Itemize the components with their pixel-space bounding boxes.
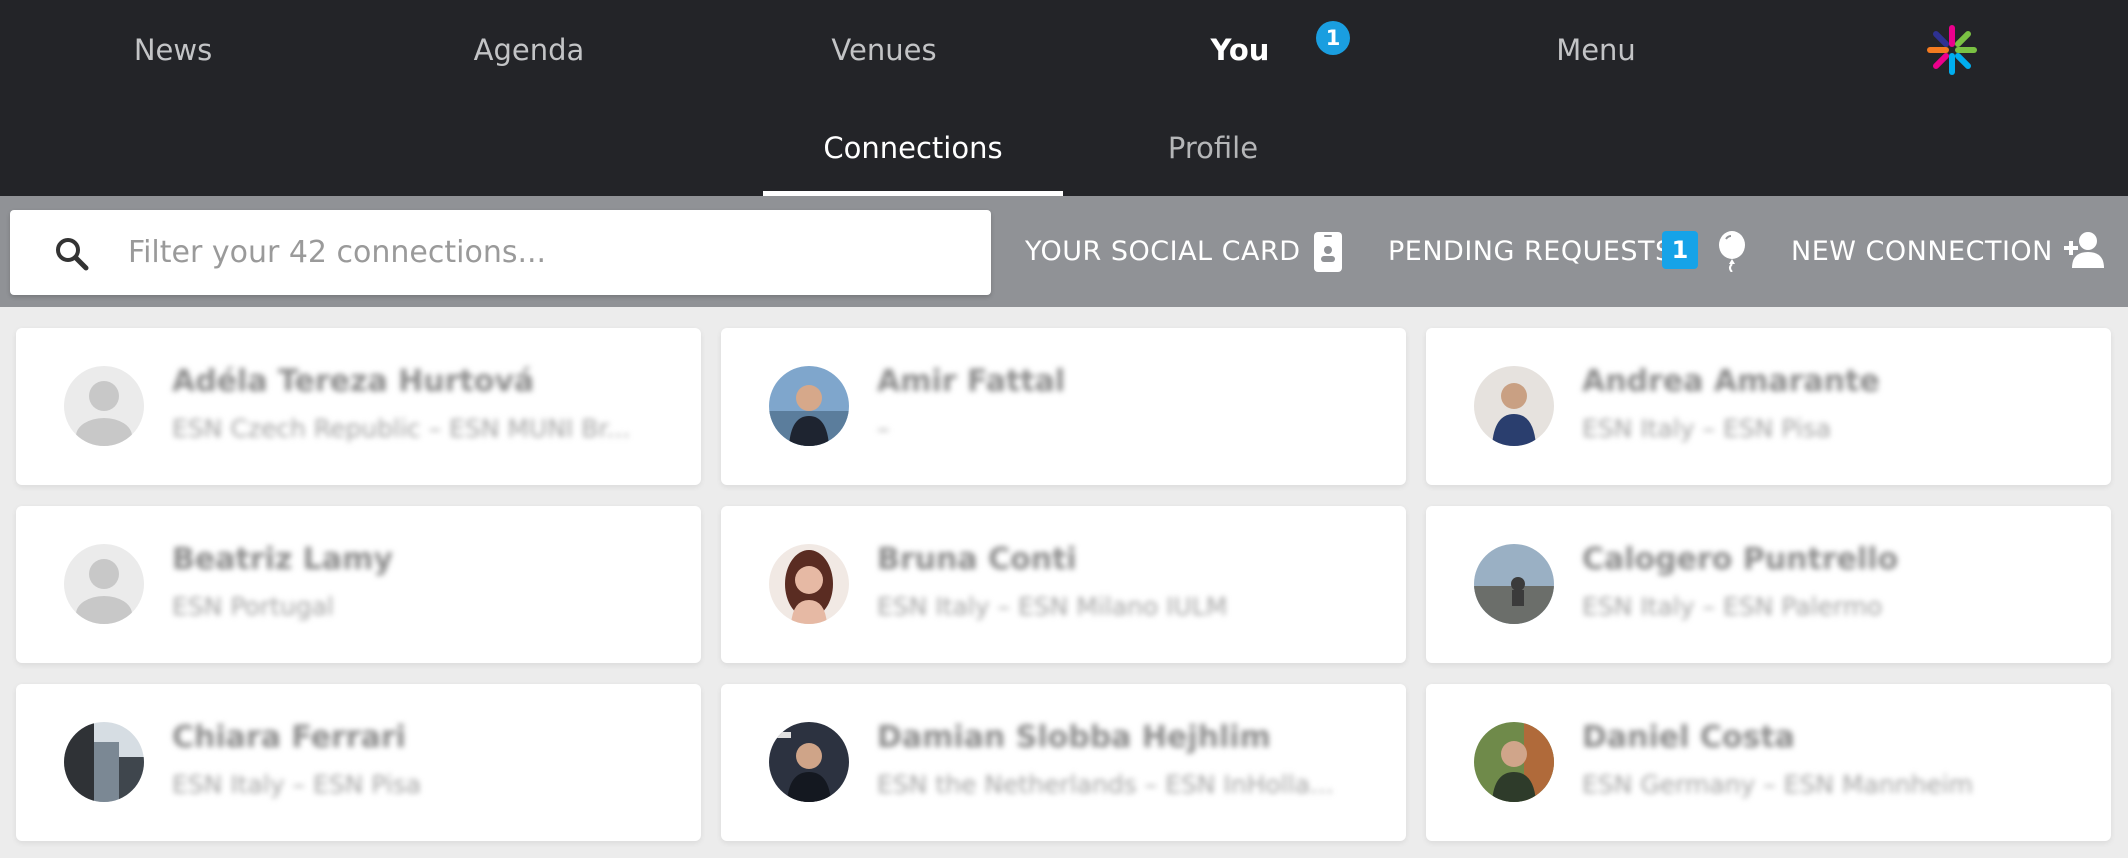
connection-name: Beatriz Lamy [172,542,393,577]
top-navigation: News Agenda Venues You 1 Menu Connection… [0,0,2128,196]
connection-card[interactable]: Calogero Puntrello ESN Italy – ESN Paler… [1426,506,2111,663]
connection-name: Daniel Costa [1582,720,1795,755]
search-box [10,210,991,295]
connection-name: Bruna Conti [877,542,1077,577]
nav-item-menu[interactable]: Menu [1446,28,1746,72]
connection-card[interactable]: Andrea Amarante ESN Italy – ESN Pisa [1426,328,2111,485]
connection-card[interactable]: Bruna Conti ESN Italy – ESN Milano IULM [721,506,1406,663]
connection-card[interactable]: Adéla Tereza Hurtová ESN Czech Republic … [16,328,701,485]
connection-name: Calogero Puntrello [1582,542,1899,577]
avatar [769,366,849,446]
you-notification-badge: 1 [1316,21,1350,55]
connection-card[interactable]: Daniel Costa ESN Germany – ESN Mannheim [1426,684,2111,841]
avatar [1474,366,1554,446]
connection-section: ESN Czech Republic – ESN MUNI Br... [172,414,631,443]
nav-item-agenda[interactable]: Agenda [379,28,679,72]
connection-section: ESN the Netherlands – ESN InHolla... [877,770,1334,799]
pending-requests-button[interactable]: PENDING REQUESTS [1388,234,1673,270]
balloon-icon [1719,231,1745,272]
connection-section: ESN Italy – ESN Palermo [1582,592,1883,621]
connection-section: ESN Italy – ESN Pisa [1582,414,1832,443]
avatar [64,722,144,802]
avatar [769,544,849,624]
connection-card[interactable]: Amir Fattal – [721,328,1406,485]
add-user-icon [2064,232,2104,268]
avatar-placeholder [64,544,144,624]
connection-card[interactable]: Damian Slobba Hejhlim ESN the Netherland… [721,684,1406,841]
connection-name: Adéla Tereza Hurtová [172,364,535,399]
esn-star-logo-icon[interactable] [1926,24,1978,76]
avatar [1474,544,1554,624]
avatar [1474,722,1554,802]
connection-name: Andrea Amarante [1582,364,1880,399]
your-social-card-button[interactable]: YOUR SOCIAL CARD [1025,234,1301,270]
connection-card[interactable]: Chiara Ferrari ESN Italy – ESN Pisa [16,684,701,841]
connection-name: Amir Fattal [877,364,1066,399]
connection-card[interactable]: Beatriz Lamy ESN Portugal [16,506,701,663]
connection-section: ESN Portugal [172,592,334,621]
nav-item-news[interactable]: News [23,28,323,72]
nav-item-venues[interactable]: Venues [734,28,1034,72]
tab-connections[interactable]: Connections [763,126,1063,170]
connection-section: ESN Italy – ESN Pisa [172,770,422,799]
avatar-placeholder [64,366,144,446]
connection-section: – [877,414,890,443]
connection-section: ESN Germany – ESN Mannheim [1582,770,1974,799]
connection-name: Damian Slobba Hejhlim [877,720,1271,755]
tab-profile[interactable]: Profile [1063,126,1363,170]
pending-requests-badge: 1 [1662,231,1698,269]
search-input[interactable] [128,210,968,295]
avatar [769,722,849,802]
connection-section: ESN Italy – ESN Milano IULM [877,592,1228,621]
connection-name: Chiara Ferrari [172,720,406,755]
phone-card-icon [1314,232,1342,272]
new-connection-button[interactable]: NEW CONNECTION [1791,234,2053,270]
search-icon [56,238,89,271]
